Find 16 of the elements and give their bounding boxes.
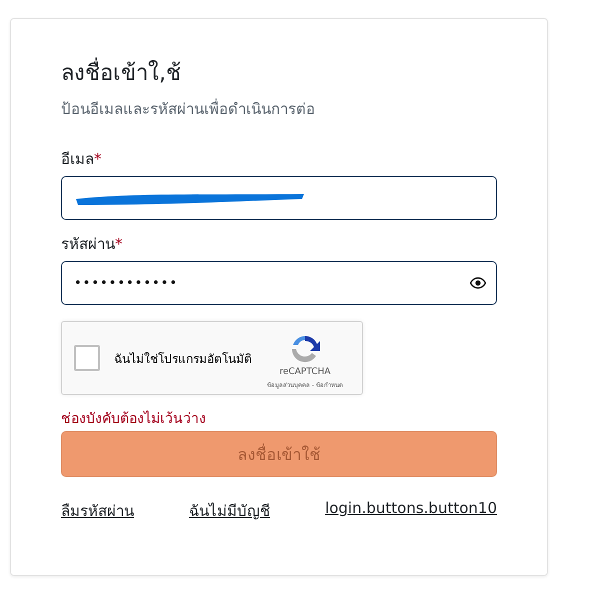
password-field[interactable]: •••••••••••• [61,261,497,305]
required-marker: * [115,235,122,253]
footer-link[interactable]: ฉันไม่มีบัญชี [189,499,270,523]
eye-icon[interactable] [470,277,486,289]
recaptcha-brand: reCAPTCHA [279,366,331,376]
footer-link[interactable]: login.buttons.button10 [325,499,497,523]
required-marker: * [94,150,102,168]
field-label: อีเมล* [61,149,102,170]
footer-link[interactable]: ลืมรหัสผ่าน [61,499,134,523]
page-subtitle: ป้อนอีเมลและรหัสผ่านเพื่อดำเนินการต่อ [61,98,316,120]
captcha-label: ฉันไม่ใช่โปรแกรมอัตโนมัติ [114,350,253,368]
email-field[interactable] [61,176,497,220]
field-label: รหัสผ่าน* [61,234,124,255]
captcha-checkbox[interactable] [74,345,100,371]
page-title: ลงชื่อเข้าใ,ช้ [61,57,497,91]
error-message: ช่องบังคับต้องไม่เว้นว่าง [61,410,207,429]
